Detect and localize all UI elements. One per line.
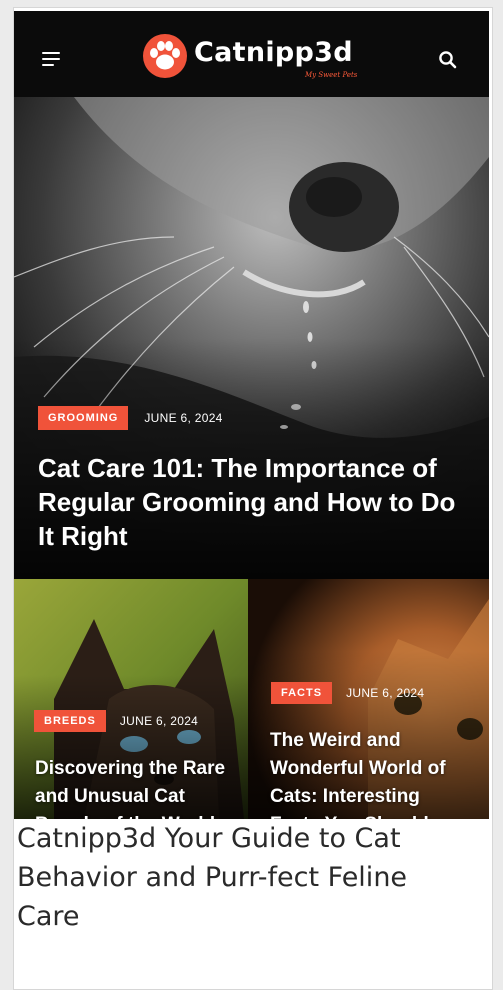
image-caption: Catnipp3d Your Guide to Cat Behavior and… <box>17 823 408 932</box>
category-badge[interactable]: BREEDS <box>34 710 106 732</box>
hero-post-title[interactable]: Cat Care 101: The Importance of Regular … <box>38 451 458 553</box>
card-post-meta: BREEDS JUNE 6, 2024 <box>34 710 198 732</box>
search-icon[interactable] <box>438 50 458 70</box>
hero-featured-post[interactable]: GROOMING JUNE 6, 2024 Cat Care 101: The I… <box>14 97 489 579</box>
category-badge[interactable]: GROOMING <box>38 406 129 430</box>
site-header: Catnipp3d My Sweet Pets <box>14 11 489 97</box>
card-post-title[interactable]: Discovering the Rare and Unusual Cat Bre… <box>35 755 235 819</box>
post-card-facts[interactable]: FACTS JUNE 6, 2024 The Weird and Wonderfu… <box>248 579 489 819</box>
post-date: JUNE 6, 2024 <box>119 714 199 728</box>
category-badge[interactable]: FACTS <box>271 682 333 704</box>
site-logo[interactable]: Catnipp3d My Sweet Pets <box>142 31 372 83</box>
hamburger-menu-icon[interactable] <box>42 52 62 68</box>
post-date: JUNE 6, 2024 <box>144 411 223 425</box>
post-date: JUNE 6, 2024 <box>346 686 425 700</box>
logo-tagline: My Sweet Pets <box>305 71 358 79</box>
website-screenshot: Catnipp3d My Sweet Pets GROOMING JUNE 6,… <box>14 11 489 819</box>
logo-wordmark: Catnipp3d <box>194 37 353 68</box>
post-card-breeds[interactable]: BREEDS JUNE 6, 2024 Discovering the Rare … <box>14 579 248 819</box>
card-post-meta: FACTS JUNE 6, 2024 <box>271 682 424 704</box>
card-post-title[interactable]: The Weird and Wonderful World of Cats: I… <box>270 727 465 819</box>
hero-post-meta: GROOMING JUNE 6, 2024 <box>38 406 223 430</box>
paw-logo-icon <box>143 34 187 78</box>
